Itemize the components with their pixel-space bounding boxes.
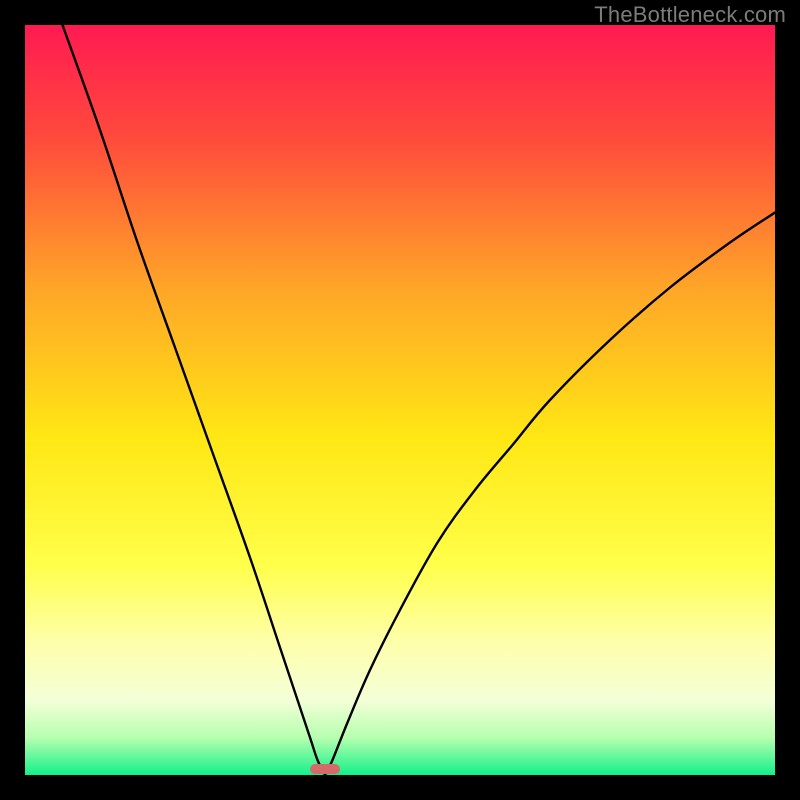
chart-frame: TheBottleneck.com — [0, 0, 800, 800]
minimum-bar — [310, 764, 340, 774]
plot-svg — [25, 25, 775, 775]
minimum-marker — [310, 764, 340, 774]
plot-area — [25, 25, 775, 775]
gradient-background — [25, 25, 775, 775]
